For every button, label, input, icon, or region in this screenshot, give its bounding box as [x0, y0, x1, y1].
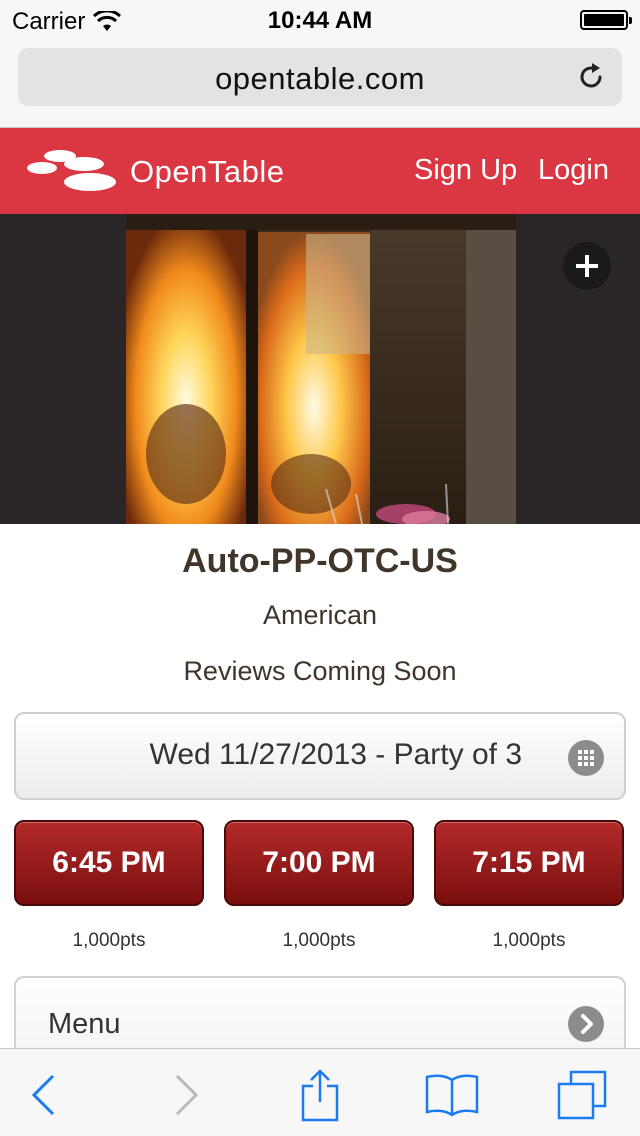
- time-slot-points: 1,000pts: [282, 930, 356, 951]
- opentable-dots-icon: [27, 150, 116, 191]
- brand-name: OpenTable: [130, 154, 285, 189]
- add-photo-button[interactable]: [563, 242, 611, 290]
- status-bar: Carrier 10:44 AM: [0, 0, 640, 40]
- time-slot-points: 1,000pts: [72, 930, 146, 951]
- share-icon: [301, 1069, 339, 1122]
- status-time: 10:44 AM: [267, 7, 373, 34]
- browser-toolbar: [0, 1048, 640, 1136]
- forward-button[interactable]: [156, 1067, 216, 1123]
- chevron-left-icon: [31, 1074, 55, 1116]
- tabs-button[interactable]: [552, 1067, 612, 1123]
- date-party-selection: Wed 11/27/2013 - Party of 3: [149, 738, 522, 771]
- restaurant-photo-banner: [0, 214, 640, 524]
- time-slot-label: 7:15 PM: [472, 846, 586, 879]
- time-slot-button[interactable]: 7:15 PM: [434, 820, 624, 906]
- grid-icon: [568, 740, 604, 776]
- share-button[interactable]: [290, 1067, 350, 1123]
- tabs-icon: [557, 1070, 607, 1120]
- site-header: OpenTable Sign Up Login: [0, 128, 640, 214]
- restaurant-photo[interactable]: [126, 214, 516, 524]
- date-party-picker[interactable]: Wed 11/27/2013 - Party of 3: [14, 712, 626, 800]
- fireplace-image: [126, 214, 516, 524]
- back-button[interactable]: [14, 1067, 74, 1123]
- url-text: opentable.com: [215, 61, 425, 96]
- time-slot-button[interactable]: 7:00 PM: [224, 820, 414, 906]
- book-icon: [425, 1074, 479, 1117]
- time-slot-label: 7:00 PM: [262, 846, 376, 879]
- restaurant-cuisine: American: [262, 600, 378, 630]
- time-slot-label: 6:45 PM: [52, 846, 166, 879]
- bookmarks-button[interactable]: [422, 1067, 482, 1123]
- address-bar[interactable]: opentable.com: [18, 48, 622, 106]
- opentable-logo[interactable]: OpenTable: [26, 146, 284, 198]
- menu-label: Menu: [48, 1008, 121, 1040]
- browser-address-area: opentable.com: [0, 40, 640, 128]
- time-slot-points: 1,000pts: [492, 930, 566, 951]
- sign-up-link[interactable]: Sign Up: [414, 154, 517, 187]
- restaurant-name: Auto-PP-OTC-US: [182, 542, 458, 580]
- battery-icon: [580, 10, 632, 30]
- login-link[interactable]: Login: [538, 154, 609, 187]
- chevron-right-icon: [568, 1006, 604, 1042]
- restaurant-reviews: Reviews Coming Soon: [183, 656, 457, 686]
- time-slot-button[interactable]: 6:45 PM: [14, 820, 204, 906]
- chevron-right-icon: [175, 1074, 199, 1116]
- reload-icon[interactable]: [576, 62, 606, 92]
